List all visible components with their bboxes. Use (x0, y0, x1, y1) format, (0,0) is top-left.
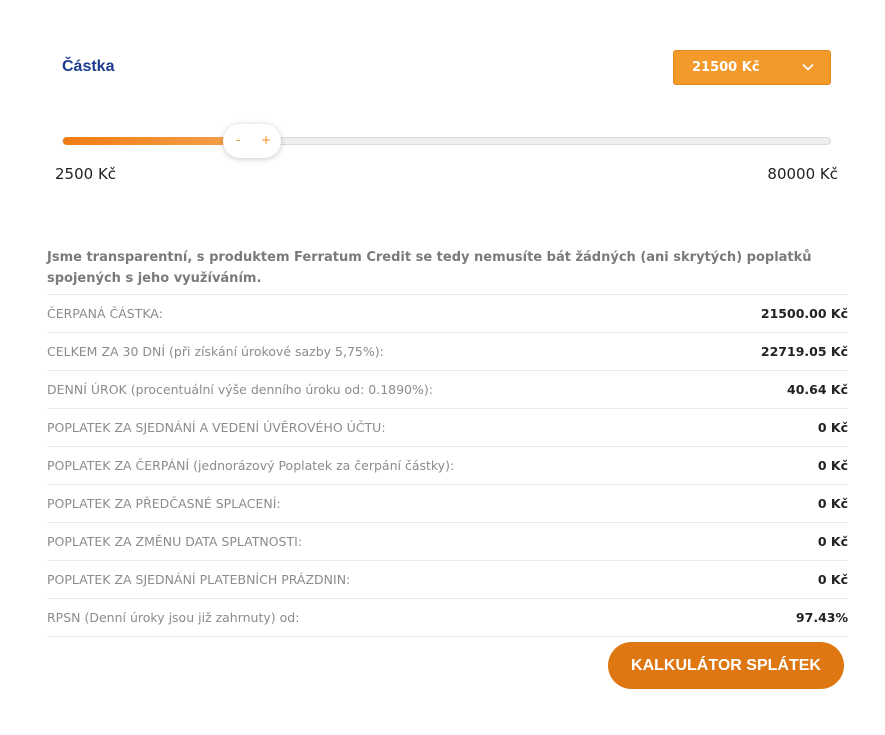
amount-select[interactable]: 21500 Kč (673, 50, 831, 85)
row-value: 0 Kč (817, 420, 848, 435)
loan-calculator: Částka 21500 Kč - + 2500 Kč 80000 Kč Jsm… (0, 0, 885, 735)
row-label: RPSN (Denní úroky jsou již zahrnuty) od: (47, 610, 300, 625)
table-row: POPLATEK ZA ČERPÁNÍ (jednorázový Poplate… (47, 447, 848, 485)
row-value: 0 Kč (817, 534, 848, 549)
row-value: 40.64 Kč (787, 382, 848, 397)
transparency-note: Jsme transparentní, s produktem Ferratum… (47, 250, 812, 286)
amount-slider-track[interactable] (62, 137, 831, 145)
row-label: DENNÍ ÚROK (procentuální výše denního úr… (47, 382, 433, 397)
row-label: CELKEM ZA 30 DNÍ (při získání úrokové sa… (47, 344, 384, 359)
amount-slider-handle[interactable]: - + (223, 124, 281, 158)
row-value: 0 Kč (817, 496, 848, 511)
amount-select-value: 21500 Kč (692, 60, 760, 75)
row-label: POPLATEK ZA SJEDNÁNÍ PLATEBNÍCH PRÁZDNIN… (47, 572, 351, 587)
table-row: RPSN (Denní úroky jsou již zahrnuty) od:… (47, 599, 848, 637)
table-row: POPLATEK ZA ZMĚNU DATA SPLATNOSTI: 0 Kč (47, 523, 848, 561)
row-label: ČERPANÁ ČÁSTKA: (47, 306, 163, 321)
row-label: POPLATEK ZA ČERPÁNÍ (jednorázový Poplate… (47, 458, 455, 473)
amount-label: Částka (62, 58, 115, 75)
row-value: 0 Kč (817, 572, 848, 587)
chevron-down-icon (802, 64, 814, 71)
slider-max-label: 80000 Kč (767, 165, 838, 183)
table-row: DENNÍ ÚROK (procentuální výše denního úr… (47, 371, 848, 409)
table-row: CELKEM ZA 30 DNÍ (při získání úrokové sa… (47, 333, 848, 371)
decrease-button[interactable]: - (236, 133, 240, 147)
row-label: POPLATEK ZA SJEDNÁNÍ A VEDENÍ ÚVĚROVÉHO … (47, 420, 386, 435)
row-label: POPLATEK ZA PŘEDČASNÉ SPLACENÍ: (47, 496, 281, 511)
table-row: POPLATEK ZA SJEDNÁNÍ PLATEBNÍCH PRÁZDNIN… (47, 561, 848, 599)
row-value: 0 Kč (817, 458, 848, 473)
table-row: POPLATEK ZA PŘEDČASNÉ SPLACENÍ: 0 Kč (47, 485, 848, 523)
row-label: POPLATEK ZA ZMĚNU DATA SPLATNOSTI: (47, 534, 303, 549)
row-value: 21500.00 Kč (760, 306, 848, 321)
row-value: 22719.05 Kč (760, 344, 848, 359)
calculator-button[interactable]: KALKULÁTOR SPLÁTEK (608, 642, 844, 689)
table-row: ČERPANÁ ČÁSTKA: 21500.00 Kč (47, 295, 848, 333)
row-value: 97.43% (795, 610, 848, 625)
slider-min-label: 2500 Kč (55, 165, 117, 183)
fee-table: ČERPANÁ ČÁSTKA: 21500.00 Kč CELKEM ZA 30… (47, 294, 848, 637)
table-row: POPLATEK ZA SJEDNÁNÍ A VEDENÍ ÚVĚROVÉHO … (47, 409, 848, 447)
increase-button[interactable]: + (261, 133, 271, 147)
